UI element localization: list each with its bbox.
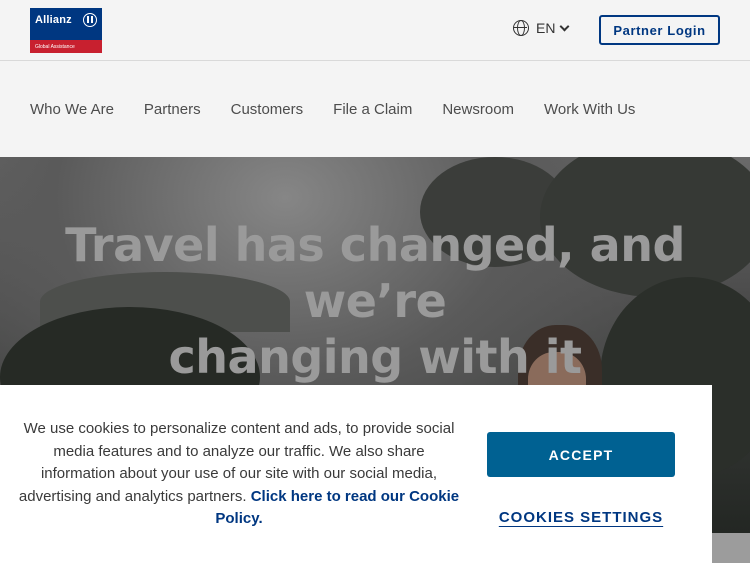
allianz-eagle-mark-icon (83, 13, 97, 27)
hero-title-line-1: Travel has changed, and we’re (65, 218, 685, 328)
allianz-logo[interactable]: Allianz Global Assistance (30, 8, 102, 53)
page-background-strip (712, 533, 750, 563)
cookie-policy-link[interactable]: Click here to read our Cookie Policy. (215, 488, 459, 528)
nav-item-file-a-claim[interactable]: File a Claim (333, 101, 412, 118)
language-value: EN (536, 20, 556, 36)
cookie-message: We use cookies to personalize content an… (18, 418, 460, 531)
hero-title: Travel has changed, and we’re changing w… (0, 217, 750, 385)
nav-item-who-we-are[interactable]: Who We Are (30, 101, 114, 118)
logo-tagline: Global Assistance (30, 40, 102, 53)
nav-item-work-with-us[interactable]: Work With Us (544, 101, 635, 118)
nav-item-customers[interactable]: Customers (231, 101, 304, 118)
cookies-settings-link[interactable]: COOKIES SETTINGS (487, 509, 675, 526)
accept-cookies-button[interactable]: ACCEPT (487, 432, 675, 477)
logo-name: Allianz (35, 14, 72, 26)
header-top-bar: Allianz Global Assistance EN Partner Log… (0, 0, 750, 61)
globe-icon (513, 20, 529, 36)
hero-title-line-2: changing with it (168, 330, 582, 384)
partner-login-button[interactable]: Partner Login (599, 15, 720, 45)
language-selector[interactable]: EN (513, 20, 570, 36)
nav-item-partners[interactable]: Partners (144, 101, 201, 118)
chevron-down-icon (560, 21, 570, 31)
cookie-consent-banner: We use cookies to personalize content an… (0, 385, 712, 563)
nav-item-newsroom[interactable]: Newsroom (442, 101, 514, 118)
main-navigation: Who We Are Partners Customers File a Cla… (0, 61, 750, 157)
